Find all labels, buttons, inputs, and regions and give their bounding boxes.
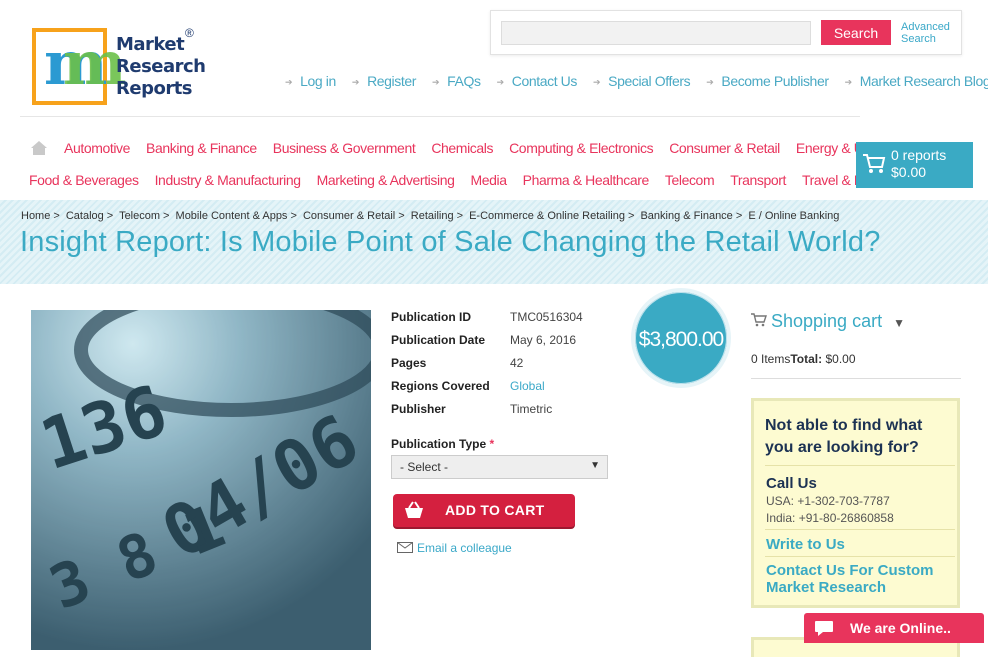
become-publisher-link[interactable]: ➔ Become Publisher xyxy=(706,73,829,91)
publication-type-label: Publication Type * xyxy=(391,437,495,451)
contact-us-link[interactable]: ➔ Contact Us xyxy=(496,73,578,91)
blog-link[interactable]: ➔ Market Research Blog xyxy=(845,73,988,91)
arrow-icon: ➔ xyxy=(285,77,293,87)
search-bar: Search Advanced Search xyxy=(490,10,962,55)
page-title: Insight Report: Is Mobile Point of Sale … xyxy=(20,226,881,258)
usa-phone: USA: +1-302-703-7787 xyxy=(766,494,890,508)
divider xyxy=(765,556,955,557)
category-row: Food & Beverages Industry & Manufacturin… xyxy=(29,172,913,188)
arrow-icon: ➔ xyxy=(844,77,853,87)
chat-bubble-icon xyxy=(815,621,833,636)
special-offers-link[interactable]: ➔ Special Offers xyxy=(592,73,691,91)
category-link[interactable]: Business & Government xyxy=(273,140,416,156)
top-links: ➔ Log in ➔ Register ➔ FAQs ➔ Contact Us ➔ Spe… xyxy=(285,73,988,91)
help-box: Not able to find what you are looking fo… xyxy=(751,398,960,608)
search-input[interactable] xyxy=(501,21,811,45)
category-link[interactable]: Computing & Electronics xyxy=(509,140,653,156)
category-link[interactable]: Marketing & Advertising xyxy=(317,172,455,188)
custom-research-link[interactable]: Contact Us For Custom Market Research xyxy=(766,562,956,596)
category-link[interactable]: Consumer & Retail xyxy=(669,140,780,156)
category-link[interactable]: Banking & Finance xyxy=(146,140,257,156)
header-cart[interactable]: 0 reports $0.00 xyxy=(856,142,973,188)
breadcrumb-item[interactable]: Home xyxy=(21,210,50,222)
category-link[interactable]: Telecom xyxy=(665,172,715,188)
breadcrumb-item[interactable]: E / Online Banking xyxy=(748,210,839,222)
category-link[interactable]: Industry & Manufacturing xyxy=(155,172,301,188)
category-link[interactable]: Media xyxy=(470,172,507,188)
login-link[interactable]: ➔ Log in xyxy=(285,73,336,91)
breadcrumb-item[interactable]: Retailing xyxy=(411,210,454,222)
cart-icon xyxy=(863,154,886,173)
breadcrumb-item[interactable]: Banking & Finance xyxy=(640,210,732,222)
registered-mark: ® xyxy=(185,26,194,40)
publication-type-select[interactable]: - Select - ▼ xyxy=(391,455,608,479)
category-link[interactable]: Automotive xyxy=(64,140,130,156)
cart-count: 0 reports xyxy=(891,147,947,163)
logo-wordmark: Market Research Reports xyxy=(116,34,206,99)
divider xyxy=(751,378,961,379)
breadcrumb-item[interactable]: Consumer & Retail xyxy=(303,210,395,222)
divider xyxy=(765,465,955,466)
live-chat-widget[interactable]: We are Online.. xyxy=(804,613,984,643)
pages-count: 42 xyxy=(510,356,524,370)
arrow-icon: ➔ xyxy=(351,77,360,87)
publisher: Timetric xyxy=(510,402,553,416)
faqs-link[interactable]: ➔ FAQs xyxy=(432,73,481,91)
cart-summary: 0 ItemsTotal: $0.00 xyxy=(751,352,856,366)
publication-id: TMC0516304 xyxy=(510,310,583,324)
cart-total: $0.00 xyxy=(891,164,927,180)
arrow-icon: ➔ xyxy=(432,77,440,87)
publication-date: May 6, 2016 xyxy=(510,333,577,347)
chevron-down-icon: ▼ xyxy=(893,316,905,330)
call-us-heading: Call Us xyxy=(766,475,817,492)
cart-icon xyxy=(751,313,767,327)
divider xyxy=(20,116,860,117)
regions-link[interactable]: Global xyxy=(510,379,545,393)
arrow-icon: ➔ xyxy=(592,77,601,87)
arrow-icon: ➔ xyxy=(706,77,714,87)
arrow-icon: ➔ xyxy=(496,77,505,87)
category-link[interactable]: Transport xyxy=(730,172,786,188)
price: $3,800.00 xyxy=(638,328,724,351)
shopping-cart-toggle[interactable]: Shopping cart ▼ xyxy=(751,311,905,332)
search-button[interactable]: Search xyxy=(821,20,891,45)
category-link[interactable]: Food & Beverages xyxy=(29,172,139,188)
home-icon[interactable] xyxy=(30,140,48,156)
category-row: Automotive Banking & Finance Business & … xyxy=(64,140,911,156)
logo-mark: m m xyxy=(32,28,127,105)
category-link[interactable]: Pharma & Healthcare xyxy=(523,172,650,188)
breadcrumb-item[interactable]: Telecom xyxy=(119,210,160,222)
breadcrumb-item[interactable]: Catalog xyxy=(66,210,104,222)
register-link[interactable]: ➔ Register xyxy=(352,73,416,91)
envelope-icon xyxy=(397,542,413,553)
category-link[interactable]: Chemicals xyxy=(431,140,493,156)
product-image: 136 04/06 3 8 1 xyxy=(31,310,371,650)
write-to-us-link[interactable]: Write to Us xyxy=(766,536,956,553)
dropdown-arrow-icon: ▼ xyxy=(590,460,600,471)
help-question: Not able to find what you are looking fo… xyxy=(765,417,923,456)
breadcrumb: Home > Catalog > Telecom > Mobile Content &… xyxy=(21,210,840,222)
add-to-cart-button[interactable]: ADD TO CART xyxy=(393,494,575,527)
breadcrumb-item[interactable]: E-Commerce & Online Retailing xyxy=(469,210,625,222)
site-logo[interactable]: m m Market Research Reports ® xyxy=(30,26,206,108)
basket-icon xyxy=(405,501,423,518)
email-colleague-link[interactable]: Email a colleague xyxy=(397,541,512,555)
price-badge: $3,800.00 xyxy=(631,288,731,388)
breadcrumb-item[interactable]: Mobile Content & Apps xyxy=(176,210,288,222)
india-phone: India: +91-80-26860858 xyxy=(766,511,894,525)
divider xyxy=(765,529,955,530)
advanced-search-link[interactable]: Advanced Search xyxy=(901,21,961,45)
